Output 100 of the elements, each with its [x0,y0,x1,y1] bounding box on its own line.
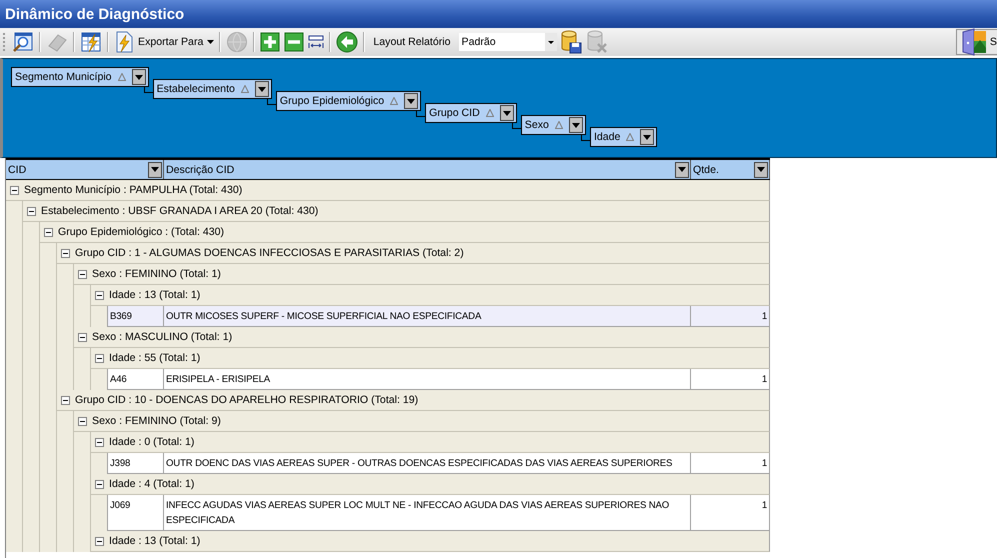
dropdown-button[interactable] [675,162,689,178]
quantity-cell-text: 1 [760,310,768,324]
column-label: CID [8,164,26,176]
globe-icon [226,31,248,53]
data-row[interactable]: A46 ERISIPELA - ERISIPELA 1 [107,369,770,390]
sort-icon [390,97,398,105]
grouping-chip[interactable]: Grupo CID [425,103,517,123]
data-row[interactable]: J069 INFECC AGUDAS VIAS AEREAS SUPER LOC MULT NE - INFECCAO AGUDA DAS VIAS AEREAS SUPERIORES NAO ESPECIFICADA 1 [107,495,770,531]
chip-label: Sexo [524,119,549,131]
description-cell: ERISIPELA - ERISIPELA [164,369,691,389]
toolbar-button[interactable] [558,29,583,55]
caret-icon [678,167,686,172]
dropdown-button[interactable] [500,105,514,121]
chip-label: Segmento Município [15,71,112,83]
window-title: Dinâmico de Diagnóstico [5,6,184,22]
description-cell: OUTR DOENC DAS VIAS AEREAS SUPER - OUTRAS DOENCAS ESPECIFICADAS DAS VIAS AEREAS SUPERIORES [164,453,691,473]
collapse-icon[interactable] [95,480,104,488]
data-row[interactable]: J398 OUTR DOENC DAS VIAS AEREAS SUPER - OUTRAS DOENCAS ESPECIFICADAS DAS VIAS AEREAS SUPERIORES 1 [107,453,770,474]
group-label: Sexo : FEMININO (Total: 1) [92,268,221,280]
collapse-icon[interactable] [61,248,70,258]
toolbar-button[interactable] [259,31,282,53]
dropdown-button[interactable] [132,69,146,85]
database-delete-icon [586,30,608,54]
description-cell: OUTR MICOSES SUPERF - MICOSE SUPERFICIAL NAO ESPECIFICADA [164,306,691,326]
toolbar-button[interactable] [11,30,35,54]
caret-icon [502,110,511,116]
caret-icon [151,167,159,172]
group-label: Grupo Epidemiológico : (Total: 430) [58,226,224,238]
layout-label: Layout Relatório [373,36,451,48]
caret-icon [757,167,765,172]
caret-icon [134,74,143,80]
toolbar-button[interactable] [283,31,306,53]
grouping-chip[interactable]: Idade [590,127,658,147]
toolbar-button[interactable] [335,30,360,54]
toolbar-button[interactable] [79,30,103,54]
column-label: Descrição CID [166,164,234,176]
collapse-icon[interactable] [44,228,53,236]
group-label: Idade : 4 (Total: 1) [109,478,194,490]
cid-cell: A46 [108,369,164,389]
exit-button[interactable]: S [956,29,997,55]
group-label: Estabelecimento : UBSF GRANADA I AREA 20 (Total: 430) [41,205,318,217]
sort-icon [626,133,634,141]
dropdown-button[interactable] [404,93,418,109]
description-cell: INFECC AGUDAS VIAS AEREAS SUPER LOC MULT NE - INFECCAO AGUDA DAS VIAS AEREAS SUPERIORES NAO ESPECIFICADA [164,495,691,530]
collapse-icon[interactable] [78,416,87,426]
quantity-cell-text: 1 [760,499,768,513]
group-label: Idade : 13 (Total: 1) [109,535,200,547]
dropdown-button[interactable] [640,129,654,145]
caret-icon [207,40,214,44]
group-label: Idade : 0 (Total: 1) [109,436,194,448]
dropdown-button[interactable] [148,162,162,178]
cid-cell: B369 [108,306,164,326]
export-menu-button[interactable]: Exportar Para [113,30,216,54]
column-header[interactable]: Qtde. [691,160,770,179]
toolbar-button[interactable] [307,34,326,50]
caret-icon [643,134,652,140]
column-header[interactable]: Descrição CID [164,160,691,179]
collapse-icon[interactable] [78,270,87,278]
column-header[interactable]: CID [6,160,164,179]
collapse-icon[interactable] [78,332,87,342]
report-search-icon [12,31,34,53]
quantity-cell-text: 1 [760,457,768,471]
group-label: Idade : 13 (Total: 1) [109,289,200,301]
collapse-icon[interactable] [27,206,36,216]
collapse-icon[interactable] [61,396,70,404]
column-width-icon [308,35,324,49]
data-row[interactable]: B369 OUTR MICOSES SUPERF - MICOSE SUPERFICIAL NAO ESPECIFICADA 1 [107,306,770,327]
collapse-icon[interactable] [95,354,104,362]
caret-icon [258,86,266,92]
collapse-icon[interactable] [95,438,104,446]
sort-icon [240,85,249,93]
sort-icon [118,73,126,81]
document-lightning-icon [114,31,134,53]
grouping-chip[interactable]: Segmento Município [11,67,149,87]
dropdown-button[interactable] [568,117,583,133]
grouping-chip[interactable]: Sexo [520,115,586,135]
group-label: Grupo CID : 1 - ALGUMAS DOENCAS INFECCIOSAS E PARASITARIAS (Total: 2) [75,247,464,259]
minus-icon [284,32,304,52]
chip-label: Grupo Epidemiológico [280,95,384,107]
table-lightning-icon [80,31,102,53]
collapse-icon[interactable] [95,290,104,300]
collapse-icon[interactable] [95,536,104,546]
group-label: Idade : 55 (Total: 1) [109,352,200,364]
group-label: Segmento Município : PAMPULHA (Total: 430) [24,184,242,196]
collapse-icon[interactable] [10,186,19,194]
chip-label: Grupo CID [429,107,480,119]
dropdown-button[interactable] [754,162,768,178]
group-label: Sexo : MASCULINO (Total: 1) [92,331,232,343]
column-label: Qtde. [693,164,719,176]
layout-select[interactable]: Padrão [458,33,557,51]
sort-icon [486,109,494,117]
plus-icon [260,32,280,52]
caret-icon [407,98,416,104]
group-row[interactable]: Idade : 13 (Total: 1) [91,531,770,552]
grouping-chip[interactable]: Grupo Epidemiológico [276,91,422,111]
grouping-chip[interactable]: Estabelecimento [152,79,272,99]
dropdown-button[interactable] [254,81,269,97]
group-label: Grupo CID : 10 - DOENCAS DO APARELHO RESPIRATORIO (Total: 19) [75,394,418,406]
group-label: Sexo : FEMININO (Total: 9) [92,415,221,427]
quantity-cell-text: 1 [760,373,768,387]
